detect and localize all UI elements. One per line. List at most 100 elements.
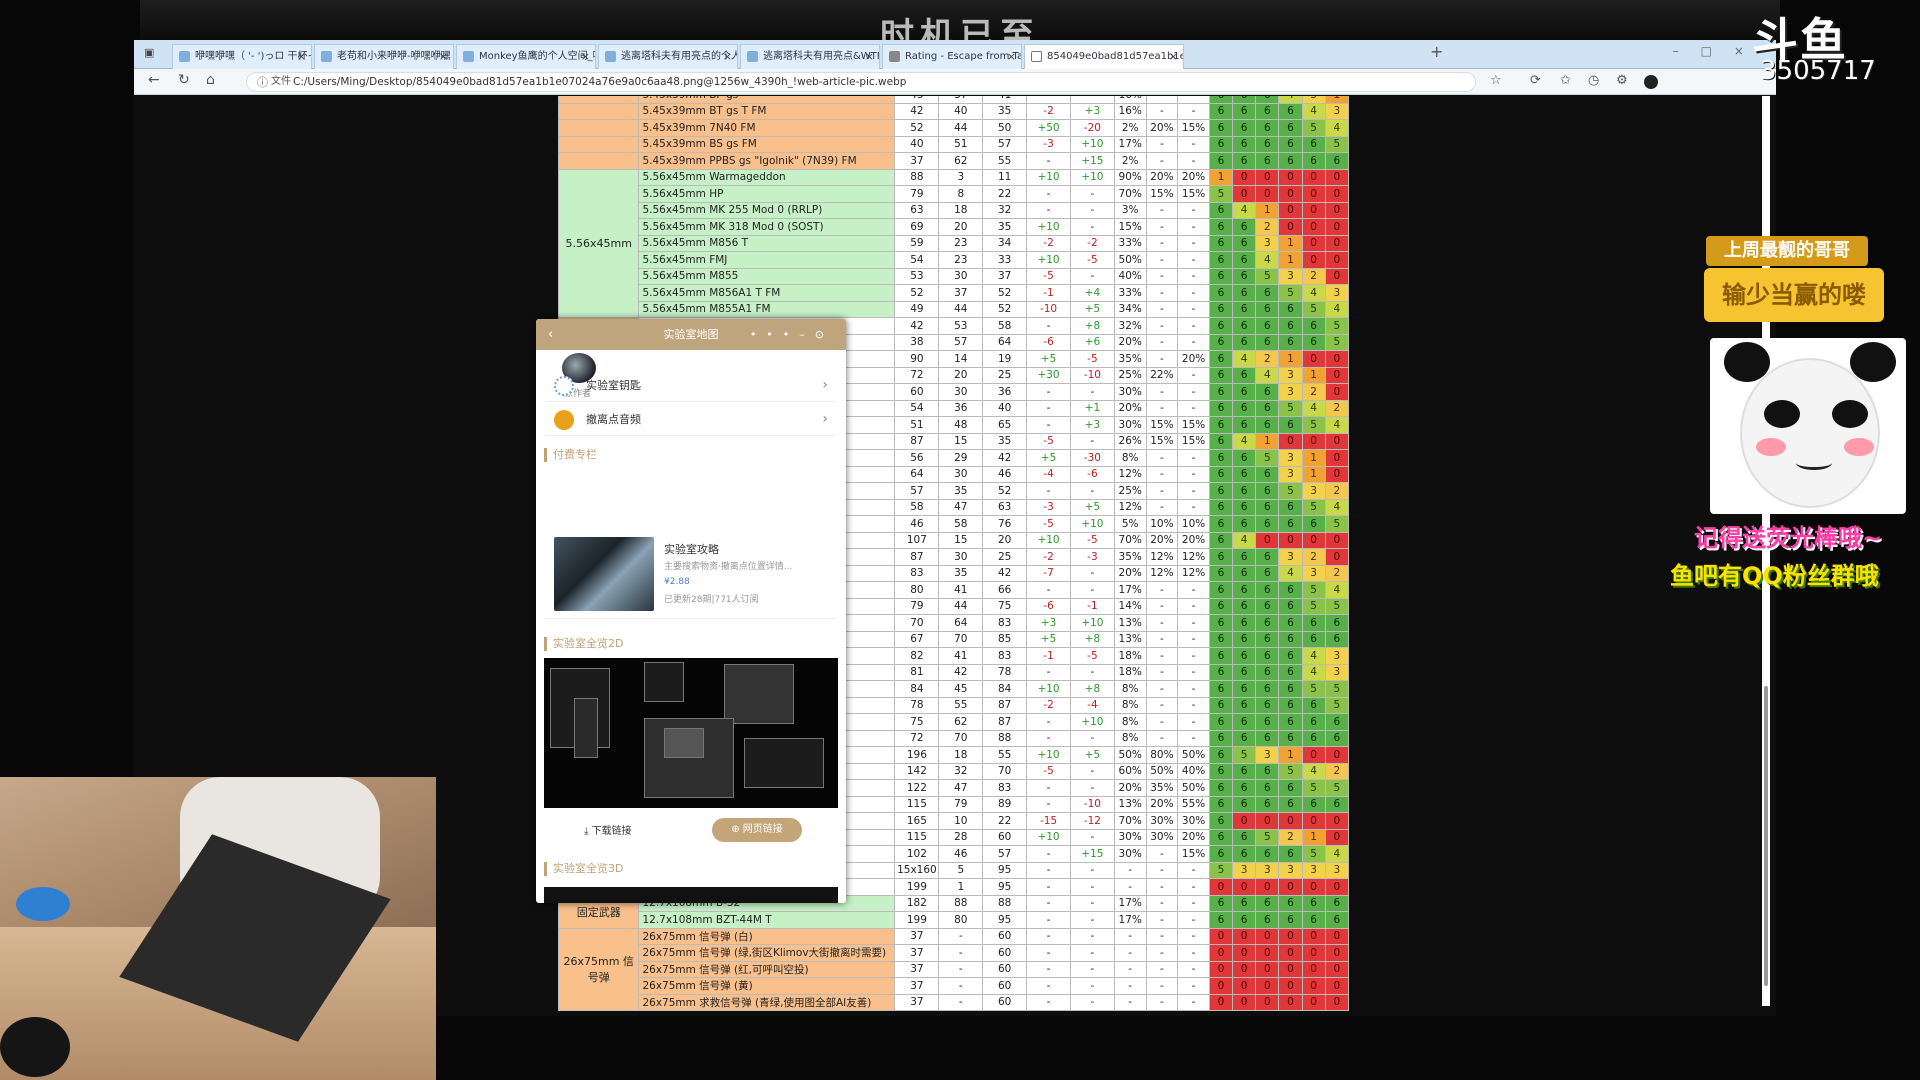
stat-cell: 49: [894, 300, 940, 318]
home-icon[interactable]: ⌂: [206, 72, 215, 88]
refresh-icon[interactable]: ↻: [178, 72, 190, 88]
armor-class-cell: 6: [1232, 548, 1257, 566]
armor-class-cell: 6: [1208, 531, 1234, 549]
popup-controls[interactable]: •••–⊙: [750, 319, 834, 350]
armor-class-cell: 0: [1301, 201, 1326, 219]
stat-cell: 46: [938, 845, 984, 863]
history-icon[interactable]: ◷: [1588, 73, 1599, 88]
back-icon[interactable]: ←: [148, 72, 160, 88]
favorite-icon[interactable]: ☆: [1490, 73, 1502, 88]
stat-cell: -: [1145, 729, 1179, 747]
armor-class-cell: 6: [1208, 482, 1234, 500]
stat-cell: -: [1177, 927, 1210, 945]
map-3d-image[interactable]: [544, 887, 838, 903]
extensions-icon[interactable]: ⟳: [1530, 73, 1541, 88]
tab-5[interactable]: 逃离塔科夫有用亮点&WTF的视频×: [740, 44, 880, 69]
armor-class-cell: 5: [1301, 300, 1326, 318]
ammo-name: 5.56x45mm FMJ: [638, 251, 896, 269]
armor-class-cell: 6: [1232, 416, 1257, 434]
stat-cell: 95: [982, 911, 1028, 929]
stat-cell: 32%: [1113, 317, 1147, 335]
back-icon[interactable]: ‹: [548, 319, 553, 350]
close-tab-icon[interactable]: ×: [581, 45, 590, 69]
armor-class-cell: 0: [1255, 927, 1280, 945]
tab-6[interactable]: Rating - Escape from Tarkov×: [882, 44, 1022, 69]
close-tab-icon[interactable]: ×: [723, 45, 732, 69]
stat-cell: -: [1145, 96, 1179, 104]
armor-class-cell: 4: [1324, 416, 1350, 434]
ammo-name: 5.56x45mm M855: [638, 267, 896, 285]
armor-class-cell: 0: [1208, 993, 1234, 1011]
armor-class-cell: 6: [1301, 795, 1326, 813]
map-2d-image[interactable]: [544, 658, 838, 808]
armor-class-cell: 5: [1324, 515, 1350, 533]
armor-class-cell: 6: [1278, 680, 1303, 698]
tab-1[interactable]: 咿嘿咿嘿（ '- ')っロ 干杯~-bilib×: [172, 44, 312, 69]
stat-cell: 122: [894, 779, 940, 797]
tab-label: 逃离塔科夫有用亮点&WTF的视频: [763, 51, 879, 62]
armor-class-cell: 6: [1208, 762, 1234, 780]
tab-4[interactable]: 逃离塔科夫有用亮点的个人空间×: [598, 44, 738, 69]
armor-class-cell: 6: [1208, 234, 1234, 252]
stat-cell: 59: [894, 234, 940, 252]
close-tab-icon[interactable]: ×: [1169, 45, 1178, 69]
armor-class-cell: 6: [1278, 630, 1303, 648]
url-field[interactable]: ⓘ 文件 C:/Users/Ming/Desktop/854049e0bad81…: [246, 72, 1476, 92]
stat-cell: -: [1069, 911, 1115, 929]
stat-cell: 38: [894, 333, 940, 351]
stat-cell: -: [1145, 482, 1179, 500]
armor-class-cell: 0: [1255, 185, 1280, 203]
stat-cell: 35: [982, 218, 1028, 236]
armor-class-cell: 3: [1255, 861, 1280, 879]
web-link-button[interactable]: ⊕ 网页链接: [712, 818, 802, 842]
keys-row[interactable]: 实验室钥匙 ›: [546, 369, 836, 402]
armor-class-cell: 6: [1278, 614, 1303, 632]
stat-cell: +10: [1069, 515, 1115, 533]
article-card[interactable]: 实验室攻略 主要搜索物资·撤离点位置详情... ¥2.88 已更新28期|771…: [546, 527, 836, 619]
stat-cell: 107: [894, 531, 940, 549]
download-link[interactable]: ⤓ 下载链接: [584, 822, 632, 837]
tab-3[interactable]: Monkey鱼鹰的个人空间_咿嘿咿嘿×: [456, 44, 596, 69]
stat-cell: -: [1177, 729, 1210, 747]
tab-7-active[interactable]: 854049e0bad81d57ea1b1e0702×: [1024, 44, 1184, 69]
close-tab-icon[interactable]: ×: [297, 45, 306, 69]
armor-class-cell: 2: [1255, 350, 1280, 368]
close-tab-icon[interactable]: ×: [439, 45, 448, 69]
close-tab-icon[interactable]: ×: [865, 45, 874, 69]
stat-cell: +4: [1069, 284, 1115, 302]
stat-cell: 17%: [1113, 894, 1147, 912]
profile-avatar[interactable]: [1644, 75, 1658, 89]
ammo-name: 26x75mm 信号弹 (绿,街区Klimov大街撤离时需要): [638, 944, 896, 962]
stat-cell: 88: [982, 894, 1028, 912]
armor-class-cell: 0: [1324, 168, 1350, 186]
tab-2[interactable]: 老苟和小来咿咿-咿嘿咿嘿 Bilibili×: [314, 44, 454, 69]
tab-actions-icon[interactable]: ▣: [144, 46, 154, 59]
armor-class-cell: 6: [1324, 894, 1350, 912]
armor-class-cell: 0: [1255, 960, 1280, 978]
stat-cell: 64: [982, 333, 1028, 351]
armor-class-cell: 6: [1301, 630, 1326, 648]
stat-cell: -: [1145, 234, 1179, 252]
armor-class-cell: 6: [1232, 135, 1257, 153]
extract-row[interactable]: 撤离点音频 ›: [546, 403, 836, 436]
armor-class-cell: 0: [1301, 350, 1326, 368]
new-tab-button[interactable]: +: [1430, 42, 1443, 61]
chevron-right-icon: ›: [822, 411, 828, 427]
armor-class-cell: 6: [1232, 779, 1257, 797]
armor-class-cell: 1: [1278, 746, 1303, 764]
armor-class-cell: 6: [1208, 663, 1234, 681]
stat-cell: -: [1026, 977, 1071, 995]
stat-cell: +3: [1026, 614, 1071, 632]
file-icon: [1031, 51, 1042, 62]
paid-section-title: 付费专栏: [544, 448, 597, 462]
favorites-bar-icon[interactable]: ✩: [1560, 73, 1571, 88]
close-tab-icon[interactable]: ×: [1007, 45, 1016, 69]
armor-class-cell: 3: [1301, 564, 1326, 582]
armor-class-cell: 6: [1301, 894, 1326, 912]
armor-class-cell: 6: [1301, 696, 1326, 714]
armor-class-cell: 0: [1208, 878, 1234, 896]
table-row: 5.56x45mm M855A1 FM 49 44 52 -10 +5 34% - -6 6 6 6 5…: [559, 300, 1350, 318]
collections-icon[interactable]: ⚙: [1616, 73, 1628, 88]
armor-class-cell: 6: [1232, 96, 1257, 104]
scrollbar-thumb[interactable]: [1764, 686, 1768, 986]
